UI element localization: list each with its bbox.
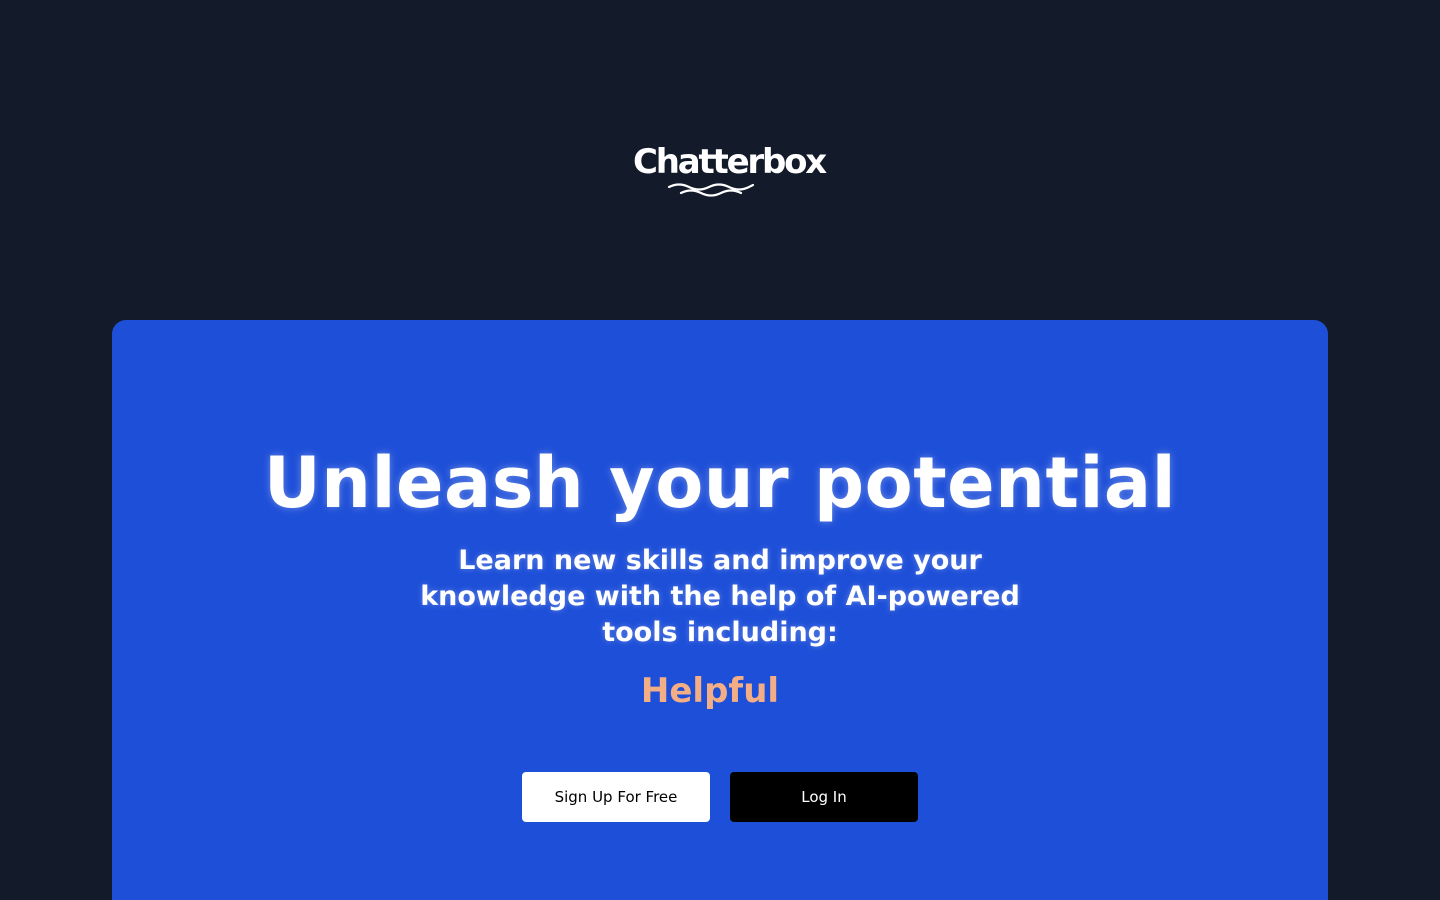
brand-name: Chatterbox [632,142,827,182]
landing-page: Chatterbox Unleash your potential Learn … [0,0,1440,900]
login-button[interactable]: Log In [730,772,918,822]
hero-subheadline: Learn new skills and improve your knowle… [420,545,1020,648]
hero-actions: Sign Up For Free Log In [0,772,1440,822]
signup-button[interactable]: Sign Up For Free [522,772,710,822]
waves-icon [667,183,755,197]
brand-logo[interactable]: Chatterbox [0,140,1440,198]
hero-headline: Unleash your potential [263,442,1177,524]
rotating-feature-word: Helpful [0,668,1440,714]
rotating-feature-word-text: Helpful [640,671,780,711]
